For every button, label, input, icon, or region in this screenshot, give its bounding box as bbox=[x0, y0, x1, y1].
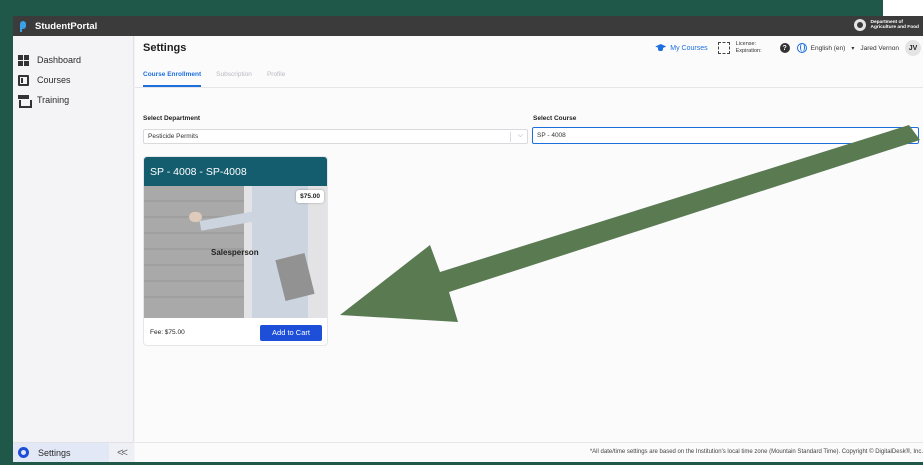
language-selector[interactable]: English (en) bbox=[811, 45, 846, 52]
collapse-sidebar-button[interactable]: << bbox=[109, 447, 134, 459]
settings-tabs: Course Enrollment Subscription Profile bbox=[143, 67, 300, 87]
footer-notice: *All date/time settings are based on the… bbox=[589, 449, 923, 455]
department-label: Select Department bbox=[143, 115, 201, 122]
header-actions: My Courses License: Expiration: ? Englis… bbox=[655, 39, 921, 57]
courses-icon bbox=[18, 74, 29, 86]
department-logo: Department of Agriculture and Food bbox=[854, 19, 919, 31]
course-image: $75.00 Salesperson bbox=[144, 186, 327, 318]
sidebar-item-training[interactable]: Training bbox=[13, 90, 133, 110]
add-to-cart-button[interactable]: Add to Cart bbox=[260, 324, 322, 341]
course-fee: Fee: $75.00 bbox=[150, 329, 185, 336]
course-card-footer: Fee: $75.00 Add to Cart bbox=[144, 318, 327, 345]
sidebar-item-courses[interactable]: Courses bbox=[13, 70, 133, 90]
graduation-cap-icon bbox=[655, 44, 666, 52]
gear-icon bbox=[18, 447, 29, 458]
course-card-title: SP - 4008 - SP-4008 bbox=[144, 157, 327, 186]
top-bar: StudentPortal Department of Agriculture … bbox=[13, 16, 923, 36]
brand[interactable]: StudentPortal bbox=[13, 20, 98, 32]
caret-down-icon[interactable]: ▾ bbox=[851, 45, 854, 52]
page-header: Settings My Courses License: Expiration:… bbox=[135, 36, 923, 60]
help-icon[interactable]: ? bbox=[779, 43, 790, 53]
license-info: License: Expiration: bbox=[736, 41, 762, 55]
tab-course-enrollment[interactable]: Course Enrollment bbox=[143, 67, 202, 87]
course-card[interactable]: SP - 4008 - SP-4008 $75.00 Salesperson F… bbox=[143, 156, 328, 346]
brand-logo-icon bbox=[19, 20, 28, 32]
avatar[interactable]: JV bbox=[905, 40, 921, 56]
sidebar-item-label: Training bbox=[37, 95, 70, 105]
department-select[interactable]: Pesticide Permits ⌵ bbox=[143, 129, 528, 144]
course-label: Select Course bbox=[533, 115, 577, 122]
brand-name: StudentPortal bbox=[35, 20, 98, 32]
course-image-caption: Salesperson bbox=[211, 248, 259, 257]
training-icon bbox=[18, 94, 32, 108]
tab-subscription[interactable]: Subscription bbox=[216, 67, 252, 87]
main-content: Settings My Courses License: Expiration:… bbox=[135, 36, 923, 462]
expiration-label: Expiration: bbox=[735, 48, 762, 54]
course-select-value: SP - 4008 bbox=[537, 132, 566, 139]
dashboard-icon bbox=[18, 54, 29, 66]
frame-corner bbox=[883, 0, 923, 16]
department-select-value: Pesticide Permits bbox=[148, 133, 199, 140]
department-line-2: Agriculture and Food bbox=[870, 25, 919, 30]
my-courses-link[interactable]: My Courses bbox=[670, 45, 707, 52]
chevron-down-icon: ⌵ bbox=[908, 131, 914, 138]
page-title: Settings bbox=[143, 42, 187, 54]
sidebar-item-dashboard[interactable]: Dashboard bbox=[13, 50, 133, 70]
department-line-1: Department of bbox=[870, 19, 903, 25]
chevron-down-icon: ⌵ bbox=[517, 132, 523, 139]
license-label: License: bbox=[735, 41, 757, 47]
globe-icon[interactable] bbox=[796, 43, 807, 53]
user-name[interactable]: Jared Vernon bbox=[860, 45, 899, 52]
page-footer: *All date/time settings are based on the… bbox=[135, 442, 923, 462]
price-badge: $75.00 bbox=[296, 190, 324, 203]
course-select[interactable]: SP - 4008 ⌵ bbox=[532, 127, 919, 144]
tabs-divider bbox=[135, 87, 923, 88]
sidebar-item-label: Settings bbox=[38, 447, 71, 458]
app-window: StudentPortal Department of Agriculture … bbox=[13, 16, 923, 462]
sidebar-item-label: Courses bbox=[37, 75, 71, 85]
sidebar-item-settings[interactable]: Settings bbox=[13, 442, 109, 462]
sidebar-footer: Settings << bbox=[13, 442, 134, 462]
department-seal-icon bbox=[854, 19, 867, 31]
tab-profile[interactable]: Profile bbox=[267, 67, 285, 87]
sidebar-item-label: Dashboard bbox=[37, 55, 82, 65]
sidebar: Dashboard Courses Training Settings << bbox=[13, 36, 134, 462]
qr-code-icon[interactable] bbox=[717, 42, 730, 54]
